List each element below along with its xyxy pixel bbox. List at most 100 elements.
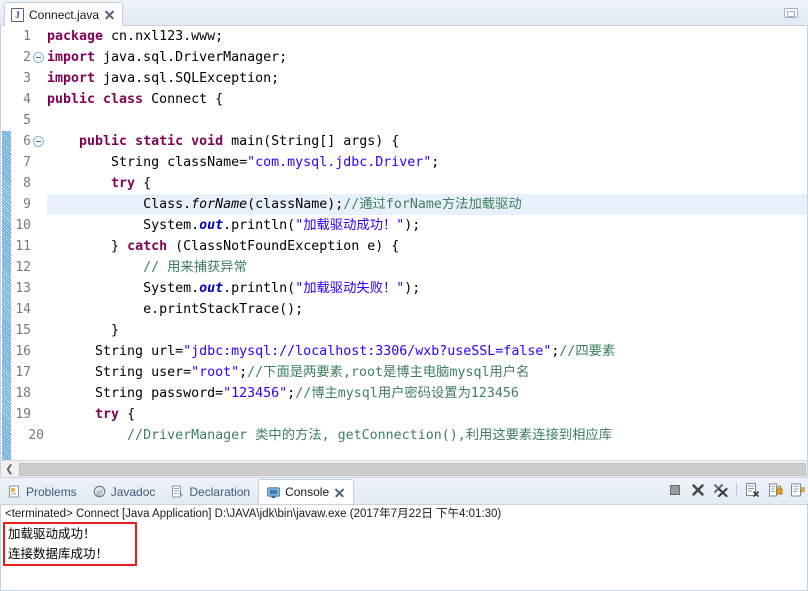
- console-tab-label: Console: [285, 485, 330, 499]
- code-token: out: [199, 281, 224, 296]
- editor-horizontal-scrollbar[interactable]: ❮: [1, 460, 807, 477]
- code-token: //下面是两要素,root是博主电脑mysql用户名: [247, 365, 530, 380]
- line-number: 15: [15, 323, 31, 338]
- code-token: "123456": [223, 386, 288, 401]
- code-token: //通过forName方法加载驱动: [343, 197, 522, 212]
- minimize-icon[interactable]: [784, 8, 798, 18]
- code-line[interactable]: import java.sql.SQLException;: [47, 68, 807, 89]
- console-body[interactable]: <terminated> Connect [Java Application] …: [0, 505, 808, 591]
- editor-tab-connect-java[interactable]: J Connect.java: [4, 2, 124, 26]
- console-tab-javadoc[interactable]: @ Javadoc: [85, 479, 164, 504]
- fold-toggle-icon[interactable]: [33, 136, 44, 147]
- code-token: public static void: [79, 134, 232, 149]
- console-icon: [267, 486, 280, 499]
- console-tab-declaration[interactable]: Declaration: [163, 479, 258, 504]
- code-token: (className);: [247, 197, 344, 212]
- code-token: out: [199, 218, 224, 233]
- java-file-icon: J: [11, 7, 24, 22]
- code-token: import: [47, 50, 104, 65]
- remove-all-terminated-button[interactable]: [713, 482, 729, 498]
- code-token: java.sql.DriverManager;: [103, 50, 288, 65]
- code-line[interactable]: public static void main(String[] args) {: [47, 131, 807, 152]
- toolbar-separator: [736, 483, 737, 497]
- code-line[interactable]: } catch (ClassNotFoundException e) {: [47, 236, 807, 257]
- scrollbar-thumb[interactable]: [19, 462, 806, 476]
- code-token: ;: [239, 365, 248, 380]
- code-token: Connect {: [151, 92, 224, 107]
- close-icon[interactable]: [334, 487, 345, 498]
- code-token: System.: [47, 281, 200, 296]
- close-icon[interactable]: [104, 9, 115, 20]
- line-number: 16: [15, 344, 31, 359]
- code-line[interactable]: public class Connect {: [47, 89, 807, 110]
- code-token: String user=: [47, 365, 192, 380]
- code-text-area[interactable]: package cn.nxl123.www; import java.sql.Dr…: [47, 26, 807, 460]
- console-tab-console[interactable]: Console: [258, 479, 355, 504]
- code-token: "jdbc:mysql://localhost:3306/wxb?useSSL=…: [183, 344, 552, 359]
- code-line[interactable]: // 用来捕获异常: [47, 257, 807, 278]
- code-token: .println(: [223, 281, 296, 296]
- code-token: cn.nxl123.www;: [111, 29, 224, 44]
- word-wrap-button[interactable]: [790, 482, 806, 498]
- code-line[interactable]: try {: [47, 173, 807, 194]
- line-number: 9: [23, 197, 31, 212]
- code-line[interactable]: import java.sql.DriverManager;: [47, 47, 807, 68]
- code-token: "root": [191, 365, 240, 380]
- scroll-lock-button[interactable]: [767, 482, 783, 498]
- line-number: 13: [15, 281, 31, 296]
- console-tab-label: Declaration: [189, 484, 251, 499]
- svg-text:@: @: [96, 488, 103, 496]
- console-output-line: 加载驱动成功！: [8, 526, 96, 541]
- line-number: 1: [23, 29, 31, 44]
- code-line[interactable]: String url="jdbc:mysql://localhost:3306/…: [47, 341, 807, 362]
- code-token: package: [47, 29, 112, 44]
- terminate-button[interactable]: [667, 482, 683, 498]
- code-line[interactable]: System.out.println("加载驱动失败！");: [47, 278, 807, 299]
- console-output-line: 连接数据库成功！: [8, 546, 109, 561]
- code-token: catch: [127, 239, 176, 254]
- code-token: );: [404, 281, 421, 296]
- line-number: 17: [15, 365, 31, 380]
- code-token: }: [47, 323, 120, 338]
- code-line[interactable]: try {: [47, 404, 807, 425]
- editor-tab-bar: J Connect.java: [0, 0, 808, 26]
- code-line[interactable]: [47, 110, 807, 131]
- code-token: "加载驱动成功！": [295, 218, 405, 233]
- clear-console-button[interactable]: [744, 482, 760, 498]
- code-token: try: [111, 176, 144, 191]
- code-line[interactable]: //DriverManager 类中的方法, getConnection(),利…: [47, 425, 807, 446]
- code-line[interactable]: e.printStackTrace();: [47, 299, 807, 320]
- change-bar-marker: [2, 131, 11, 460]
- code-token: ;: [431, 155, 440, 170]
- code-line[interactable]: package cn.nxl123.www;: [47, 26, 807, 47]
- code-line[interactable]: Class.forName(className);//通过forName方法加载…: [47, 194, 807, 215]
- line-number: 20: [28, 428, 44, 443]
- line-number: 14: [15, 302, 31, 317]
- editor-tab-label: Connect.java: [29, 7, 100, 22]
- code-line[interactable]: String user="root";//下面是两要素,root是博主电脑mys…: [47, 362, 807, 383]
- code-token: "加载驱动失败！": [295, 281, 405, 296]
- code-token: Class.: [47, 197, 192, 212]
- code-token: String password=: [47, 386, 224, 401]
- console-tab-problems[interactable]: Problems: [0, 479, 85, 504]
- code-line[interactable]: System.out.println("加载驱动成功！");: [47, 215, 807, 236]
- editor-body: 1 2 3 4 5 6 7 8 9 10 11 12 13 14 15 16 17 18 19 20 package …: [0, 26, 808, 478]
- line-number: 8: [23, 176, 31, 191]
- console-tab-label: Problems: [26, 484, 77, 499]
- code-token: e.printStackTrace();: [47, 302, 304, 317]
- line-number: 4: [23, 92, 31, 107]
- code-line[interactable]: }: [47, 320, 807, 341]
- code-token: {: [127, 407, 136, 422]
- code-line[interactable]: String className="com.mysql.jdbc.Driver"…: [47, 152, 807, 173]
- scroll-left-icon[interactable]: ❮: [1, 461, 18, 477]
- console-tab-bar: Problems @ Javadoc Declaration Console: [0, 478, 808, 505]
- code-line[interactable]: String password="123456";//博主mysql用户密码设置…: [47, 383, 807, 404]
- fold-toggle-icon[interactable]: [33, 52, 44, 63]
- code-token: //DriverManager 类中的方法, getConnection(),利…: [47, 428, 612, 443]
- line-number: 12: [15, 260, 31, 275]
- code-token: (ClassNotFoundException e) {: [175, 239, 400, 254]
- code-token: try: [95, 407, 128, 422]
- remove-launch-button[interactable]: [690, 482, 706, 498]
